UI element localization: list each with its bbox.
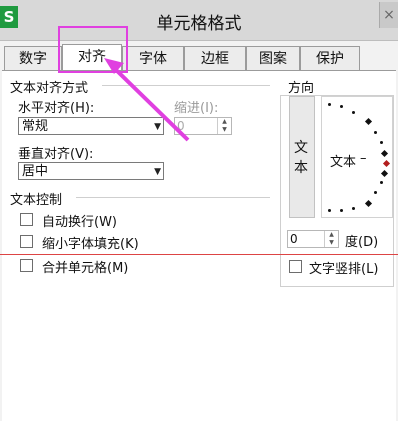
arrow-head-icon <box>104 58 124 74</box>
arrow-shaft <box>110 64 190 142</box>
annotation-arrow <box>104 58 190 142</box>
